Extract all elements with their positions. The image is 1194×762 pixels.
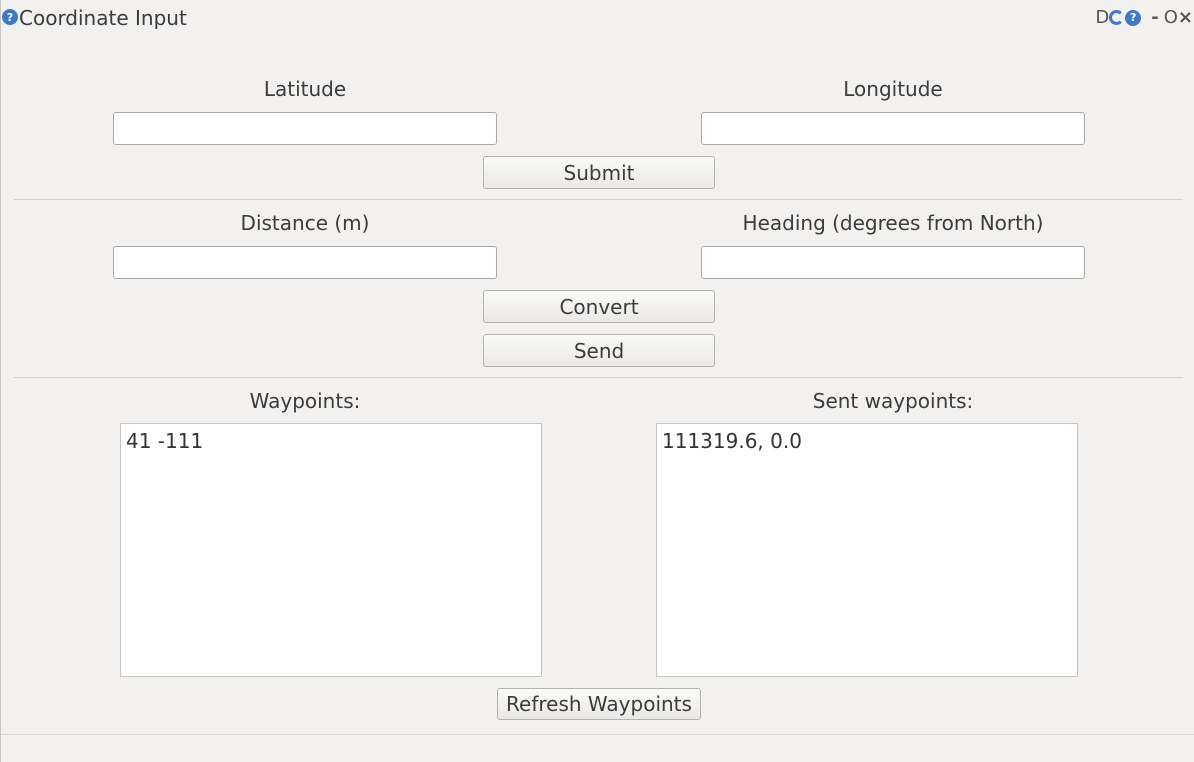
refresh-waypoints-button[interactable]: Refresh Waypoints [497,688,701,720]
title-bar: ? Coordinate Input D ? - O × [1,0,1194,34]
longitude-input[interactable] [701,112,1085,145]
sent-waypoints-list[interactable]: 111319.6, 0.0 [656,423,1078,677]
separator [14,199,1183,200]
app-window: ? Coordinate Input D ? - O × Latitude Lo… [0,0,1194,762]
status-divider [1,734,1194,735]
separator [14,377,1183,378]
window-controls: D ? - O × [1095,5,1194,29]
sent-waypoints-label: Sent waypoints: [812,389,974,413]
heading-label: Heading (degrees from North) [742,211,1044,235]
close-button[interactable]: × [1178,5,1193,29]
distance-input[interactable] [113,246,497,279]
heading-input[interactable] [701,246,1085,279]
d-icon[interactable]: D [1095,5,1109,29]
refresh-icon[interactable] [1109,10,1125,25]
minimize-button[interactable]: - [1151,5,1158,29]
list-item[interactable]: 111319.6, 0.0 [657,424,1077,453]
help-icon[interactable]: ? [2,9,18,25]
latitude-input[interactable] [113,112,497,145]
context-help-icon[interactable]: ? [1125,10,1142,26]
window-title: Coordinate Input [19,6,187,29]
longitude-label: Longitude [843,77,943,101]
list-item[interactable]: 41 -111 [121,424,541,453]
waypoints-label: Waypoints: [249,389,361,413]
submit-button[interactable]: Submit [483,156,715,189]
latitude-label: Latitude [263,77,347,101]
send-button[interactable]: Send [483,334,715,367]
waypoints-list[interactable]: 41 -111 [120,423,542,677]
distance-label: Distance (m) [240,211,370,235]
convert-button[interactable]: Convert [483,290,715,323]
maximize-button[interactable]: O [1164,5,1178,29]
